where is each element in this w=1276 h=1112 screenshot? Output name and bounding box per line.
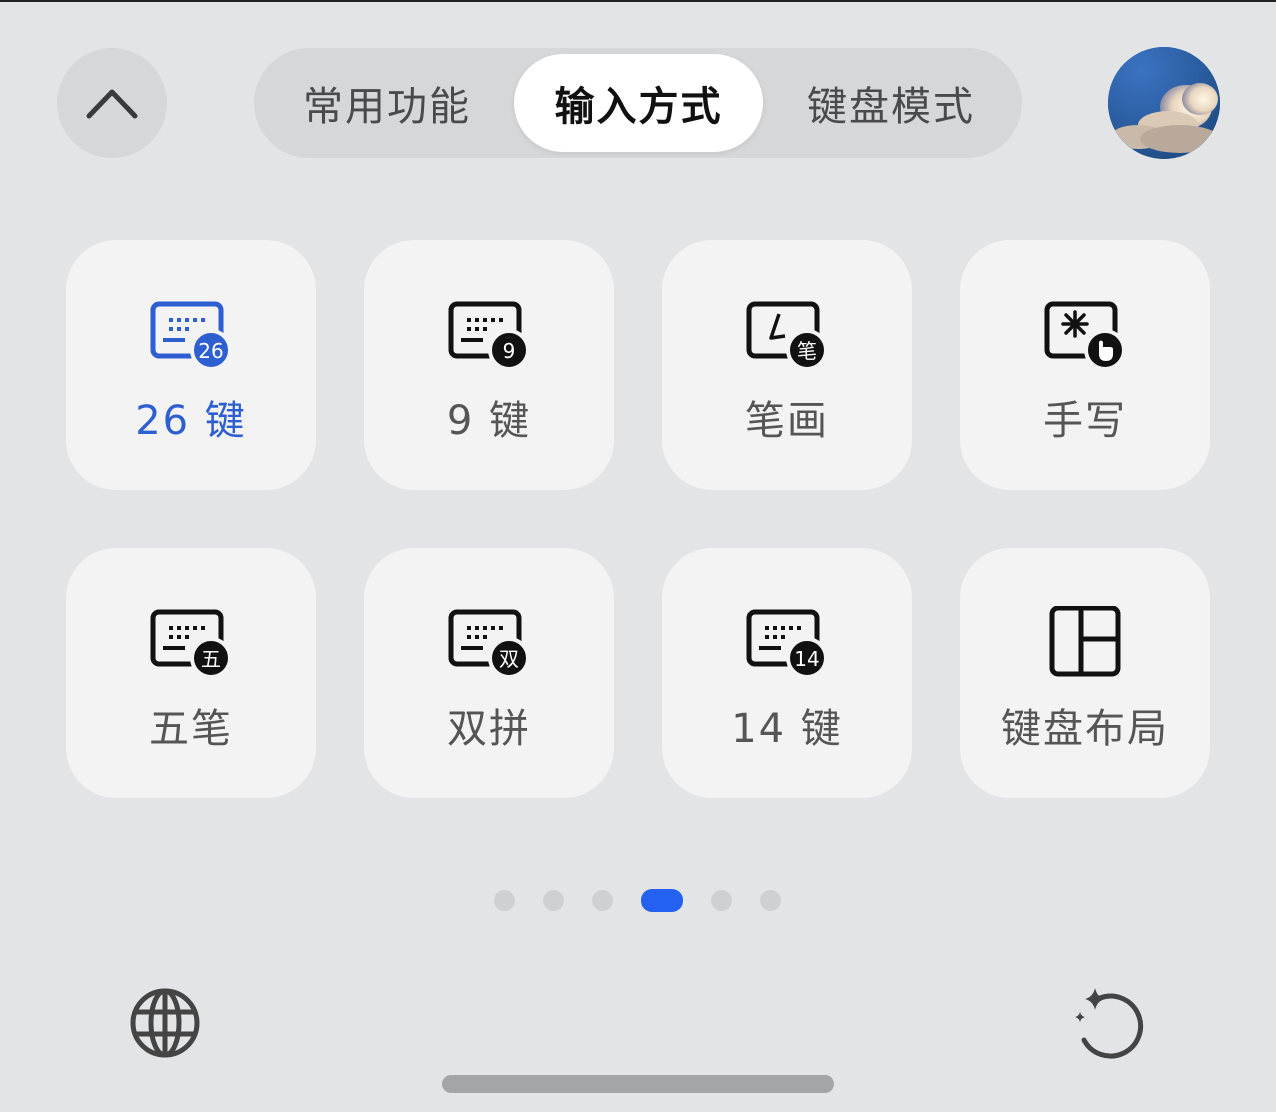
keyboard-9-icon: 9	[448, 301, 530, 370]
mode-segmented-control: 常用功能 输入方式 键盘模式	[254, 48, 1022, 158]
avatar-cloud-image	[1108, 47, 1220, 159]
tile-label: 键盘布局	[1001, 706, 1169, 752]
handwriting-icon	[1044, 301, 1126, 370]
tile-14-key[interactable]: 14 14 键	[662, 548, 912, 798]
tile-9-key[interactable]: 9 9 键	[364, 240, 614, 490]
page-indicator	[0, 888, 1276, 912]
top-divider	[0, 0, 1276, 14]
keyboard-26-icon: 26	[150, 301, 232, 370]
tile-shuangpin[interactable]: 双 双拼	[364, 548, 614, 798]
tile-label: 26 键	[135, 398, 247, 444]
tile-wubi[interactable]: 五 五笔	[66, 548, 316, 798]
home-indicator[interactable]	[442, 1075, 834, 1093]
tile-label: 笔画	[745, 398, 829, 444]
page-dot[interactable]	[543, 890, 564, 911]
tile-label: 9 键	[446, 398, 532, 444]
tile-label: 手写	[1043, 398, 1127, 444]
tile-handwriting[interactable]: 手写	[960, 240, 1210, 490]
globe-icon[interactable]	[128, 986, 202, 1060]
keyboard-14-icon: 14	[746, 609, 828, 678]
tile-label: 五笔	[149, 706, 233, 752]
tab-input-method[interactable]: 输入方式	[514, 54, 763, 152]
svg-text:双: 双	[499, 647, 519, 671]
tile-stroke[interactable]: 笔 笔画	[662, 240, 912, 490]
tile-label: 双拼	[447, 706, 531, 752]
page-dot[interactable]	[711, 890, 732, 911]
ai-refresh-icon[interactable]	[1070, 984, 1148, 1062]
tile-26-key[interactable]: 26 26 键	[66, 240, 316, 490]
svg-text:14: 14	[794, 647, 819, 671]
chevron-up-icon	[86, 89, 138, 119]
stroke-icon: 笔	[746, 301, 828, 370]
svg-text:9: 9	[503, 339, 516, 363]
page-dot-active[interactable]	[641, 889, 683, 912]
shuangpin-icon: 双	[448, 609, 530, 678]
page-dot[interactable]	[760, 890, 781, 911]
tile-keyboard-layout[interactable]: 键盘布局	[960, 548, 1210, 798]
page-dot[interactable]	[592, 890, 613, 911]
svg-text:26: 26	[198, 339, 223, 363]
svg-text:五: 五	[201, 647, 221, 671]
wubi-icon: 五	[150, 609, 232, 678]
tile-label: 14 键	[731, 706, 843, 752]
tab-common-functions[interactable]: 常用功能	[274, 54, 500, 152]
tab-keyboard-mode[interactable]: 键盘模式	[778, 54, 1004, 152]
collapse-button[interactable]	[57, 48, 167, 158]
page-dot[interactable]	[494, 890, 515, 911]
svg-text:笔: 笔	[797, 339, 817, 363]
keyboard-layout-icon	[1049, 606, 1121, 677]
avatar[interactable]	[1108, 47, 1220, 159]
